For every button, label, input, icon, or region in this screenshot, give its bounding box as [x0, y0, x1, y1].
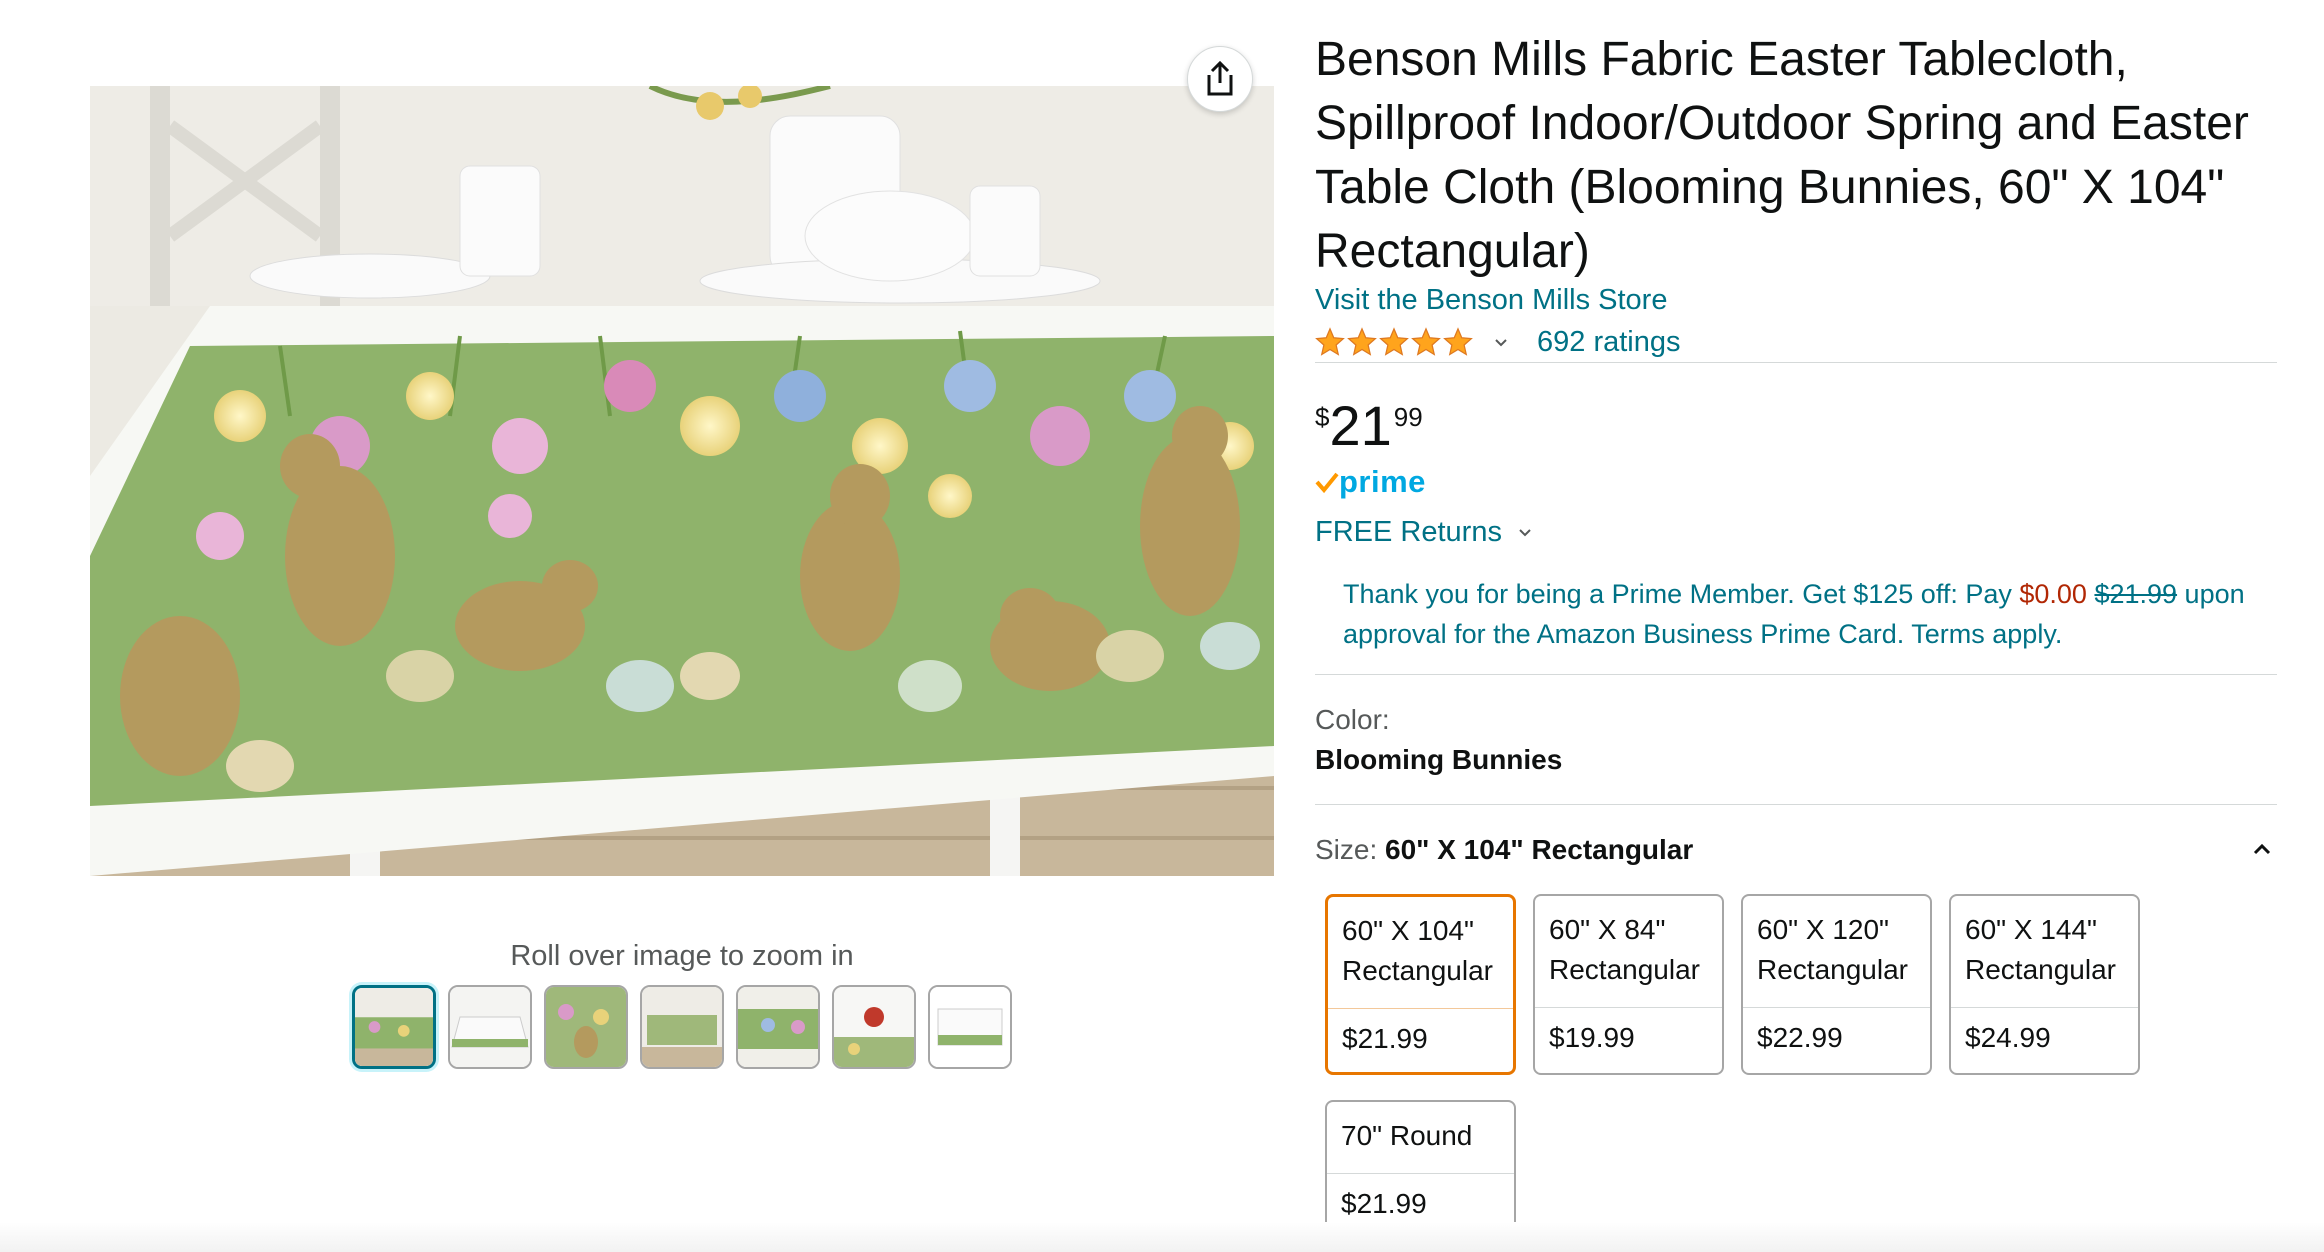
product-title: Benson Mills Fabric Easter Tablecloth, S… — [1315, 33, 2249, 278]
page-bottom-fade — [0, 1222, 2324, 1252]
size-option-line2: Rectangular — [1965, 954, 2116, 985]
size-option-line2: Rectangular — [1757, 954, 1908, 985]
promo-text-before: Thank you for being a Prime Member. Get … — [1343, 579, 2020, 609]
share-icon — [1207, 61, 1233, 96]
thumbnail-3[interactable] — [544, 985, 628, 1069]
thumbnail-1[interactable] — [352, 985, 436, 1069]
size-option-line1: 60" X 144" — [1965, 914, 2097, 945]
free-returns-label: FREE Returns — [1315, 516, 1502, 548]
thumbnail-7[interactable] — [928, 985, 1012, 1069]
size-option-70-round[interactable]: 70" Round $21.99 — [1325, 1100, 1516, 1241]
prime-label: prime — [1339, 464, 1426, 499]
thumbnail-4[interactable] — [640, 985, 724, 1069]
star-icon — [1411, 327, 1441, 356]
thumbnail-5[interactable] — [736, 985, 820, 1069]
tablecloth-photo — [90, 86, 1274, 876]
collapse-size-button[interactable] — [2247, 835, 2277, 865]
size-option-price: $21.99 — [1342, 1023, 1428, 1054]
price: $ 21 99 — [1315, 394, 1423, 458]
thumbnail-image — [546, 987, 626, 1067]
size-value: 60" X 104" Rectangular — [1385, 834, 1694, 865]
size-option-price: $19.99 — [1549, 1022, 1635, 1053]
promo-original-price: $21.99 — [2094, 579, 2178, 609]
divider — [1315, 804, 2277, 805]
size-option-name: 60" X 84" Rectangular — [1535, 896, 1722, 1007]
divider — [1315, 362, 2277, 363]
chevron-down-icon[interactable] — [1491, 332, 1511, 352]
promo-pay-amount: $0.00 — [2019, 579, 2087, 609]
price-symbol: $ — [1315, 402, 1330, 432]
color-label: Color: — [1315, 704, 1390, 735]
zoom-hint: Roll over image to zoom in — [510, 940, 854, 972]
size-label: Size: 60" X 104" Rectangular — [1315, 834, 1693, 866]
size-option-line1: 60" X 120" — [1757, 914, 1889, 945]
thumbnail-2[interactable] — [448, 985, 532, 1069]
star-icon — [1315, 327, 1345, 356]
size-option-name: 60" X 120" Rectangular — [1743, 896, 1930, 1007]
chevron-down-icon — [1519, 528, 1531, 536]
star-icon — [1379, 327, 1409, 356]
size-option-price: $24.99 — [1965, 1022, 2051, 1053]
store-link[interactable]: Visit the Benson Mills Store — [1315, 284, 1667, 317]
size-option-line2: Rectangular — [1549, 954, 1700, 985]
price-whole: 21 — [1329, 394, 1392, 457]
thumbnail-image — [930, 987, 1010, 1067]
chevron-up-icon — [2253, 843, 2271, 855]
free-returns-link[interactable]: FREE Returns — [1315, 516, 1534, 549]
price-fraction: 99 — [1393, 402, 1423, 432]
prime-badge[interactable]: prime — [1315, 464, 1426, 500]
prime-card-promo[interactable]: Thank you for being a Prime Member. Get … — [1343, 574, 2263, 654]
size-label-text: Size: — [1315, 834, 1386, 865]
size-option-name: 70" Round — [1327, 1102, 1514, 1173]
size-option-line1: 60" X 84" — [1549, 914, 1666, 945]
thumbnail-image — [355, 988, 433, 1066]
size-option-line2: Rectangular — [1342, 955, 1493, 986]
thumbnail-image — [450, 987, 530, 1067]
ratings-count-link[interactable]: 692 ratings — [1537, 326, 1681, 359]
size-option-60x104[interactable]: 60" X 104" Rectangular $21.99 — [1325, 894, 1516, 1075]
size-option-60x144[interactable]: 60" X 144" Rectangular $24.99 — [1949, 894, 2140, 1075]
size-option-line1: 70" Round — [1341, 1120, 1473, 1151]
size-option-price: $22.99 — [1757, 1022, 1843, 1053]
size-option-line1: 60" X 104" — [1342, 915, 1474, 946]
size-option-60x84[interactable]: 60" X 84" Rectangular $19.99 — [1533, 894, 1724, 1075]
size-option-name: 60" X 104" Rectangular — [1328, 897, 1513, 1008]
size-header: Size: 60" X 104" Rectangular — [1315, 834, 2277, 866]
thumbnail-image — [738, 987, 818, 1067]
star-rating[interactable] — [1315, 327, 1473, 357]
main-product-image[interactable] — [90, 86, 1274, 876]
share-button[interactable] — [1187, 46, 1253, 112]
thumbnail-image — [642, 987, 722, 1067]
thumbnail-strip — [352, 985, 1012, 1069]
size-option-name: 60" X 144" Rectangular — [1951, 896, 2138, 1007]
divider — [1315, 674, 2277, 675]
star-icon — [1443, 327, 1473, 356]
color-value: Blooming Bunnies — [1315, 744, 1563, 775]
thumbnail-6[interactable] — [832, 985, 916, 1069]
size-option-60x120[interactable]: 60" X 120" Rectangular $22.99 — [1741, 894, 1932, 1075]
star-icon — [1347, 327, 1377, 356]
prime-check-icon — [1315, 472, 1339, 494]
thumbnail-image — [834, 987, 914, 1067]
rating-row: 692 ratings — [1315, 322, 1681, 362]
